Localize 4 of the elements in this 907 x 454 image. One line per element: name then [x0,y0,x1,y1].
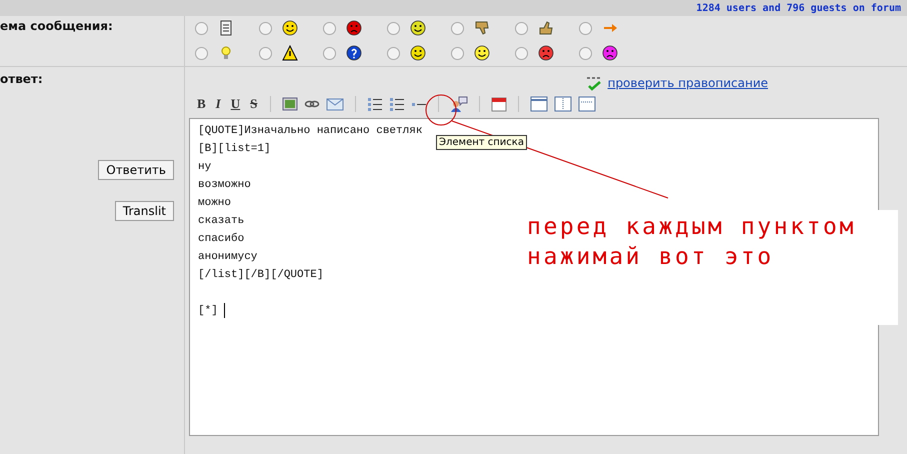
subject-label: ема сообщения: [0,19,114,33]
tooltip: Элемент списка [436,135,527,150]
status-text: 1284 users and 796 guests on forum [696,2,901,14]
reply-label: ответ: [0,72,43,86]
